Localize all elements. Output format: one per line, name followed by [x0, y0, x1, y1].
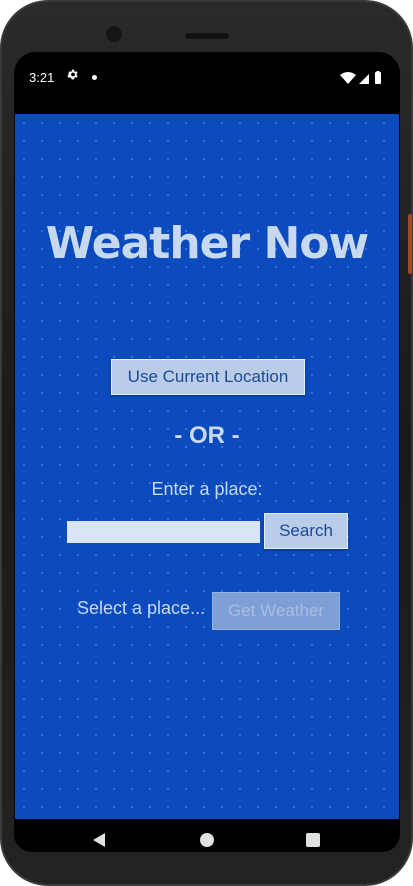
status-bar: 3:21 — [14, 52, 400, 114]
front-camera — [105, 25, 123, 43]
recents-icon[interactable] — [306, 833, 320, 847]
navigation-bar — [14, 819, 400, 852]
or-separator: - OR - — [174, 422, 240, 449]
status-time: 3:21 — [29, 70, 55, 85]
notification-dot-icon — [92, 75, 97, 80]
power-button — [408, 214, 412, 274]
weather-app-view: Weather Now Use Current Location - OR - … — [15, 114, 399, 819]
phone-frame: 3:21 Weather Now Use Current Location - … — [0, 0, 413, 886]
status-indicators — [340, 70, 386, 84]
home-icon[interactable] — [200, 833, 214, 847]
wifi-icon — [340, 72, 356, 84]
get-weather-button[interactable]: Get Weather — [212, 592, 340, 630]
use-current-location-button[interactable]: Use Current Location — [111, 359, 305, 395]
search-button[interactable]: Search — [264, 513, 348, 549]
enter-place-label: Enter a place: — [151, 479, 263, 499]
earpiece-speaker — [185, 33, 229, 39]
battery-icon — [375, 71, 381, 84]
select-place-label: Select a place... — [77, 598, 206, 618]
place-search-input[interactable] — [67, 521, 260, 543]
signal-icon — [359, 74, 369, 84]
back-icon[interactable] — [93, 833, 105, 847]
settings-gear-icon — [66, 68, 79, 85]
device-screen: 3:21 Weather Now Use Current Location - … — [14, 52, 400, 852]
app-title: Weather Now — [45, 218, 369, 269]
